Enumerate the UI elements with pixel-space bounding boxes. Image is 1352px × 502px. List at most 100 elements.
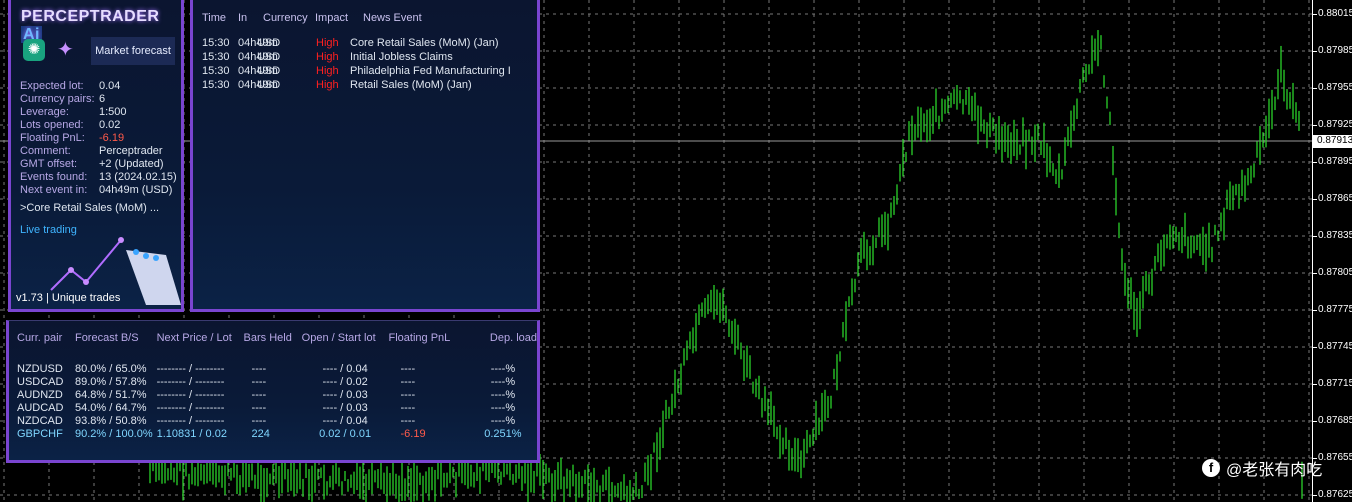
stat-value: -6.19 <box>99 132 125 144</box>
stat-value: 1:500 <box>99 106 127 118</box>
table-row[interactable]: NZDCAD 93.8% / 50.8% -------- / -------- --… <box>17 414 537 427</box>
table-cell: -------- / -------- <box>156 375 225 388</box>
table-row[interactable]: USDCAD 89.0% / 57.8% -------- / -------- --… <box>17 375 537 388</box>
next-event-text: >Core Retail Sales (MoM) ... <box>20 202 160 214</box>
price-tick: 0.87745 <box>1312 341 1352 352</box>
price-tick: 0.87685 <box>1312 415 1352 426</box>
news-header: Impact <box>315 12 349 24</box>
price-tick: 0.87835 <box>1312 230 1352 241</box>
news-cell: High <box>316 37 339 49</box>
table-cell: -------- / -------- <box>156 362 225 375</box>
table-cell: ---- / 0.04 <box>322 414 368 427</box>
column-header: Floating PnL <box>388 332 451 344</box>
table-cell: 1.10831 / 0.02 <box>156 427 227 440</box>
table-cell: USDCAD <box>17 375 64 388</box>
table-cell: 0.251% <box>484 427 522 440</box>
column-header: Curr. pair <box>17 332 63 344</box>
stat-row: Events found: 13 (2024.02.15) <box>20 171 177 184</box>
stat-row: Currency pairs: 6 <box>20 93 177 106</box>
price-tick: 0.87655 <box>1312 452 1352 463</box>
stat-value: 0.04 <box>99 80 121 92</box>
column-header: Open / Start lot <box>301 332 376 344</box>
table-cell: ---- <box>251 375 267 388</box>
table-cell: AUDCAD <box>17 401 64 414</box>
table-cell: 0.02 / 0.01 <box>319 427 372 440</box>
news-cell: Retail Sales (MoM) (Jan) <box>350 79 472 91</box>
table-cell: GBPCHF <box>17 427 63 440</box>
price-tick: 0.87715 <box>1312 378 1352 389</box>
stat-row: Floating PnL: -6.19 <box>20 132 177 145</box>
table-cell: ---- / 0.04 <box>322 362 368 375</box>
column-header: Next Price / Lot <box>156 332 232 344</box>
table-cell: 80.0% / 65.0% <box>74 362 147 375</box>
table-row[interactable]: GBPCHF 90.2% / 100.0% 1.10831 / 0.02 224 0.0… <box>17 427 537 440</box>
stat-label: Leverage: <box>20 106 69 118</box>
pairs-panel: Curr. pair Forecast B/S Next Price / Lot Ba… <box>6 320 540 463</box>
news-cell: Core Retail Sales (MoM) (Jan) <box>350 37 499 49</box>
stat-label: Floating PnL: <box>20 132 85 144</box>
news-cell: USD <box>257 65 281 77</box>
table-cell: ---- / 0.03 <box>322 388 368 401</box>
stat-row: Expected lot: 0.04 <box>20 80 177 93</box>
price-tick: 0.87805 <box>1312 267 1352 278</box>
market-forecast-button[interactable]: Market forecast <box>91 37 175 65</box>
sparkle-icon[interactable]: ✦ <box>57 39 79 61</box>
table-row[interactable]: AUDNZD 64.8% / 51.7% -------- / -------- --… <box>17 388 537 401</box>
news-cell: USD <box>257 79 281 91</box>
news-header: News Event <box>363 12 422 24</box>
table-cell: 64.8% / 51.7% <box>74 388 147 401</box>
table-cell: ---- <box>400 401 416 414</box>
price-tick: 0.87925 <box>1312 119 1352 130</box>
table-cell: ---- <box>400 362 416 375</box>
stat-value: +2 (Updated) <box>99 158 164 170</box>
table-cell: ---- <box>251 414 267 427</box>
chatgpt-icon[interactable]: ✺ <box>23 39 45 61</box>
news-header: In <box>238 12 248 24</box>
news-cell: 15:30 <box>202 79 230 91</box>
account-stats: Expected lot: 0.04 Currency pairs: 6 Leverag… <box>20 80 177 197</box>
stat-row: Comment: Perceptrader <box>20 145 177 158</box>
stat-value: 13 (2024.02.15) <box>99 171 177 183</box>
stat-label: Events found: <box>20 171 88 183</box>
price-tick: 0.87895 <box>1312 156 1352 167</box>
table-cell: ---- <box>400 414 416 427</box>
price-tick: 0.87775 <box>1312 304 1352 315</box>
table-cell: ---- <box>251 362 267 375</box>
column-header: Dep. load <box>489 332 537 344</box>
version-label: v1.73 | Unique trades <box>16 292 121 304</box>
current-price-label: 0.87913 <box>1313 135 1352 148</box>
news-header: Time <box>202 12 227 24</box>
table-cell: 54.0% / 64.7% <box>74 401 147 414</box>
facebook-icon: f <box>1202 459 1220 477</box>
table-cell: 93.8% / 50.8% <box>74 414 147 427</box>
table-cell: ----% <box>490 375 516 388</box>
table-row[interactable]: AUDCAD 54.0% / 64.7% -------- / -------- --… <box>17 401 537 414</box>
stat-value: 6 <box>99 93 106 105</box>
table-cell: AUDNZD <box>17 388 63 401</box>
table-cell: ---- / 0.02 <box>322 375 368 388</box>
watermark-text: @老张有肉吃 <box>1226 462 1323 479</box>
news-cell: Philadelphia Fed Manufacturing I <box>350 65 511 77</box>
news-header: Currency <box>263 12 308 24</box>
table-cell: -------- / -------- <box>156 401 225 414</box>
price-tick: 0.87985 <box>1312 45 1352 56</box>
news-panel: Time In Currency Impact News Event 15:30 04h49… <box>190 0 540 312</box>
stat-value: 0.02 <box>99 119 121 131</box>
table-cell: -6.19 <box>400 427 426 440</box>
stat-label: Next event in: <box>20 184 88 196</box>
pairs-table: Curr. pair Forecast B/S Next Price / Lot Ba… <box>17 332 537 440</box>
table-cell: ----% <box>490 362 516 375</box>
news-cell: High <box>316 79 339 91</box>
table-cell: ----% <box>490 388 516 401</box>
stat-value: 04h49m (USD) <box>99 184 173 196</box>
price-tick: 0.88015 <box>1312 8 1352 19</box>
price-tick: 0.87865 <box>1312 193 1352 204</box>
news-cell: 15:30 <box>202 65 230 77</box>
table-cell: ----% <box>490 401 516 414</box>
table-row[interactable]: NZDUSD 80.0% / 65.0% -------- / -------- --… <box>17 362 537 375</box>
stat-row: Leverage: 1:500 <box>20 106 177 119</box>
price-tick: 0.87955 <box>1312 82 1352 93</box>
table-cell: 90.2% / 100.0% <box>74 427 153 440</box>
table-cell: ----% <box>490 414 516 427</box>
table-cell: NZDCAD <box>17 414 63 427</box>
